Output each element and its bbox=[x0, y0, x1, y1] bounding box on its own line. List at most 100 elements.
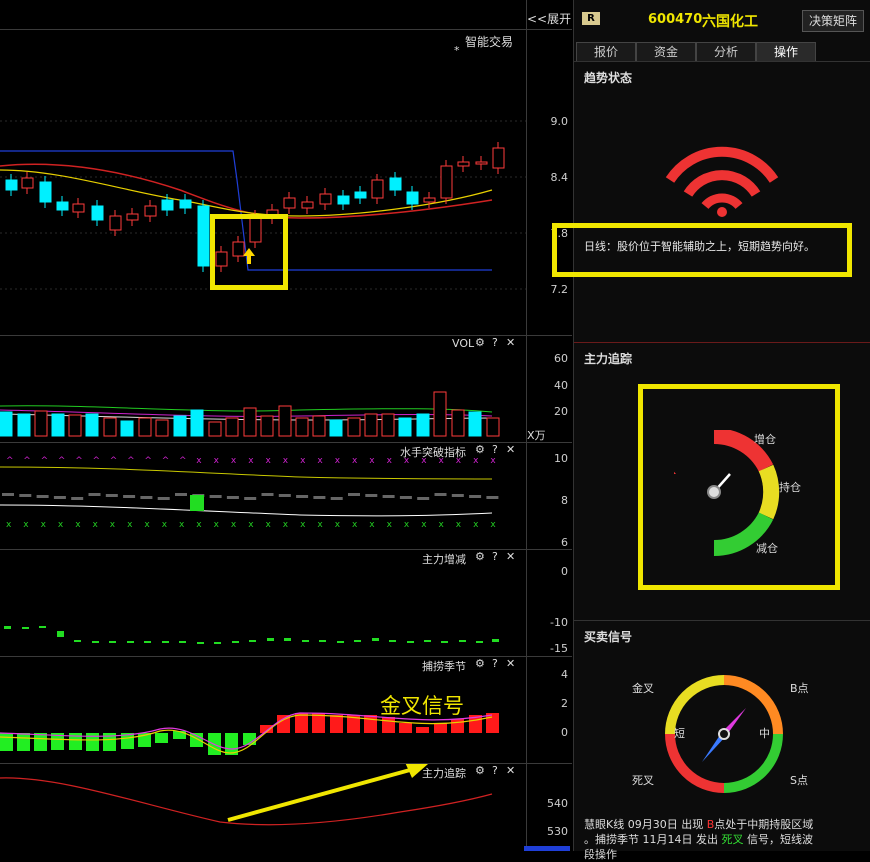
svg-text:x: x bbox=[387, 520, 393, 530]
y-tick: 9.0 bbox=[550, 115, 569, 128]
svg-text:x: x bbox=[196, 520, 202, 530]
tab-operation[interactable]: 操作 bbox=[756, 42, 816, 62]
svg-text:x: x bbox=[456, 456, 462, 466]
zlzj-bar bbox=[22, 627, 29, 629]
zlzj-bar bbox=[39, 626, 46, 628]
svg-text:x: x bbox=[6, 520, 12, 530]
vol-bar bbox=[312, 415, 326, 437]
vol-bar bbox=[398, 417, 412, 437]
svg-text:x: x bbox=[369, 520, 375, 530]
vol-bar bbox=[208, 421, 222, 437]
signal-line-3: 段操作 bbox=[584, 848, 617, 861]
vol-bar bbox=[34, 410, 48, 437]
svg-text:x: x bbox=[456, 520, 462, 530]
candle bbox=[337, 195, 350, 205]
decision-matrix-button[interactable]: 决策矩阵 bbox=[802, 10, 864, 32]
zlzj-bar bbox=[92, 641, 99, 643]
zlzj-svg bbox=[4, 626, 499, 644]
tab-quote[interactable]: 报价 bbox=[576, 42, 636, 62]
candle bbox=[144, 205, 157, 217]
r-badge: R bbox=[582, 12, 600, 25]
zlzj-bar bbox=[407, 641, 414, 643]
svg-text:x: x bbox=[248, 520, 254, 530]
svg-text:^: ^ bbox=[41, 456, 49, 466]
zlzj-bar bbox=[249, 640, 256, 642]
zlzj-bar bbox=[492, 639, 499, 642]
highlight-box bbox=[210, 214, 288, 290]
chart-area[interactable]: <<展开 智能交易 * 9.0 8.4 7.8 7.2 VOL ⚙ ? ✕ 60… bbox=[0, 0, 572, 851]
candle bbox=[475, 161, 488, 165]
svg-text:x: x bbox=[266, 456, 272, 466]
y-tick: 540 bbox=[547, 797, 568, 810]
vol-bar bbox=[138, 417, 152, 437]
vol-bar bbox=[17, 413, 31, 437]
candle bbox=[39, 181, 52, 203]
vol-bar bbox=[51, 413, 65, 437]
bulao-bar bbox=[364, 715, 377, 733]
signal-line-2-prefix: 。捕捞季节 11月14日 发出 bbox=[584, 833, 722, 846]
candle bbox=[406, 191, 419, 205]
signal-line-1-prefix: 慧眼K线 09月30日 出现 bbox=[584, 818, 707, 831]
vol-bar bbox=[364, 413, 378, 437]
y-tick: 0 bbox=[561, 726, 568, 739]
svg-text:^: ^ bbox=[93, 456, 101, 466]
shuishou-svg: ^ x ^ x ^ x ^ x ^ x ^ x ^ x ^ x ^ x ^ x ^ x x x x x x x x x x x x x x x x x x x… bbox=[0, 456, 499, 530]
svg-text:x: x bbox=[162, 520, 168, 530]
zlzj-bar bbox=[74, 640, 81, 642]
bulao-svg bbox=[0, 712, 499, 755]
signal-label-b: B点 bbox=[790, 682, 809, 695]
vol-bar bbox=[85, 413, 99, 437]
signal-line-2: 。捕捞季节 11月14日 发出 死叉 信号，短线波 bbox=[584, 831, 813, 847]
vol-bar bbox=[103, 417, 117, 437]
vol-bar bbox=[468, 411, 482, 437]
expand-button[interactable]: <<展开 bbox=[527, 10, 571, 27]
svg-text:x: x bbox=[179, 520, 185, 530]
zlzj-bar bbox=[459, 640, 466, 642]
svg-text:x: x bbox=[369, 456, 375, 466]
svg-text:x: x bbox=[473, 520, 479, 530]
candle bbox=[56, 201, 69, 211]
svg-text:^: ^ bbox=[58, 456, 66, 466]
bulao-bar bbox=[17, 733, 30, 751]
vol-bar bbox=[120, 420, 134, 437]
wifi-signal-icon bbox=[665, 146, 779, 217]
tab-analysis[interactable]: 分析 bbox=[696, 42, 756, 62]
svg-text:x: x bbox=[317, 520, 323, 530]
candle bbox=[197, 205, 210, 267]
y-tick: 40 bbox=[554, 379, 568, 392]
svg-text:^: ^ bbox=[179, 456, 187, 466]
kline-svg bbox=[0, 120, 526, 290]
svg-text:x: x bbox=[352, 456, 358, 466]
svg-text:x: x bbox=[214, 456, 220, 466]
vol-bar bbox=[381, 413, 395, 437]
zlzz-svg bbox=[0, 764, 493, 826]
svg-text:x: x bbox=[196, 456, 202, 466]
svg-text:x: x bbox=[439, 520, 445, 530]
bulao-bar bbox=[434, 723, 447, 733]
divider bbox=[574, 342, 870, 343]
zlzj-bar bbox=[179, 641, 186, 643]
bulao-bar bbox=[330, 715, 343, 733]
zlzj-bar bbox=[197, 642, 204, 644]
zlzj-bar bbox=[302, 640, 309, 642]
svg-text:^: ^ bbox=[127, 456, 135, 466]
vol-bar bbox=[260, 415, 274, 437]
svg-text:x: x bbox=[214, 520, 220, 530]
bulao-bar bbox=[295, 713, 308, 733]
svg-text:x: x bbox=[421, 456, 427, 466]
zlzj-bar bbox=[127, 641, 134, 643]
svg-text:x: x bbox=[490, 520, 496, 530]
y-tick: 8.4 bbox=[550, 171, 569, 184]
svg-text:x: x bbox=[283, 520, 289, 530]
candle bbox=[126, 213, 139, 221]
tab-fund[interactable]: 资金 bbox=[636, 42, 696, 62]
vol-bar bbox=[225, 417, 239, 437]
vol-unit: X万 bbox=[527, 429, 546, 442]
vol-bar bbox=[486, 417, 500, 437]
y-tick: 2 bbox=[561, 697, 568, 710]
signal-label-mid: 中 bbox=[759, 727, 770, 740]
svg-text:x: x bbox=[335, 456, 341, 466]
zlzj-bar bbox=[4, 626, 11, 629]
svg-text:x: x bbox=[283, 456, 289, 466]
vol-bar bbox=[68, 414, 82, 437]
